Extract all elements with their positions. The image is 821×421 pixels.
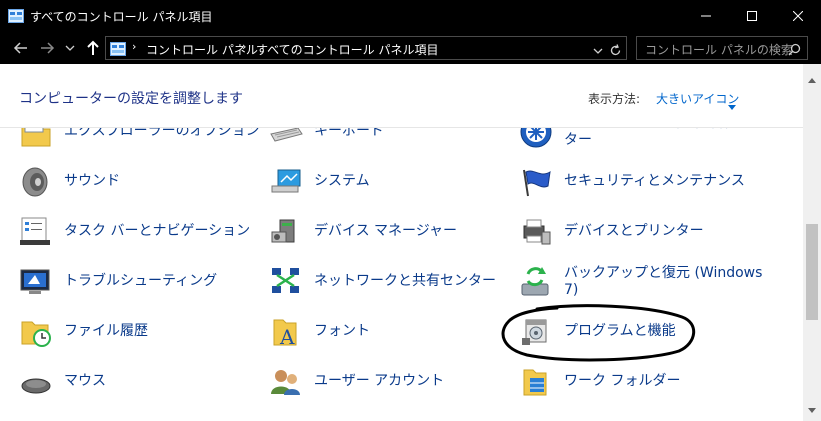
item-label: ネットワークと共有センター <box>314 273 496 289</box>
address-dropdown-button[interactable] <box>592 42 604 61</box>
item-label: トラブルシューティング <box>64 273 218 289</box>
troubleshooting-icon <box>18 264 54 300</box>
address-row: › コントロール パネル › すべてのコントロール パネル項目 コントロール パ… <box>0 32 821 64</box>
close-button[interactable] <box>775 0 821 32</box>
view-by-dropdown[interactable]: 大きいアイコン <box>656 90 739 107</box>
item-troubleshooting[interactable]: トラブルシューティング <box>18 262 258 306</box>
maximize-button[interactable] <box>729 0 775 32</box>
scroll-down-arrow-icon[interactable] <box>808 398 816 417</box>
keyboard-icon <box>268 128 304 150</box>
device-manager-icon <box>268 214 304 250</box>
title-bar: すべてのコントロール パネル項目 <box>0 0 821 32</box>
item-label: ユーザー アカウント <box>314 373 445 389</box>
breadcrumb-all-items[interactable]: すべてのコントロール パネル項目 <box>256 41 439 58</box>
item-label: ファイル履歴 <box>64 323 148 339</box>
minimize-button[interactable] <box>683 0 729 32</box>
item-label: タスク バーとナビゲーション <box>64 223 251 239</box>
speaker-icon <box>18 164 54 200</box>
item-devices-printers[interactable]: デバイスとプリンター <box>518 212 758 256</box>
item-file-history[interactable]: ファイル履歴 <box>18 312 258 356</box>
item-label: マウス <box>64 373 106 389</box>
item-security-maintenance[interactable]: セキュリティとメンテナンス <box>518 162 758 206</box>
network-icon <box>268 264 304 300</box>
forward-arrow-icon <box>41 42 55 54</box>
forward-button[interactable] <box>38 39 56 57</box>
search-input[interactable]: コントロール パネルの検索 <box>636 36 808 60</box>
item-label: デバイス マネージャー <box>314 223 458 239</box>
up-button[interactable] <box>84 39 102 57</box>
item-label: デバイスとプリンター <box>564 223 704 239</box>
item-label: バックアップと復元 (Windows 7) <box>564 265 763 298</box>
ease-of-access-icon <box>518 128 554 150</box>
item-label: エクスプローラーのオプション <box>64 128 260 139</box>
security-flag-icon <box>518 164 554 200</box>
item-fonts[interactable]: A フォント <box>268 312 508 356</box>
minimize-icon <box>701 15 711 17</box>
item-work-folders[interactable]: ワーク フォルダー <box>518 362 758 406</box>
taskbar-icon <box>18 214 54 250</box>
address-bar[interactable]: › コントロール パネル › すべてのコントロール パネル項目 <box>105 36 627 60</box>
file-history-icon <box>18 314 54 350</box>
page-title: コンピューターの設定を調整します <box>19 91 243 107</box>
item-user-accounts[interactable]: ユーザー アカウント <box>268 362 508 406</box>
chevron-right-icon: › <box>132 40 137 53</box>
mouse-icon <box>18 364 54 400</box>
vertical-scrollbar[interactable] <box>803 64 821 421</box>
backup-restore-icon <box>518 264 554 300</box>
item-label: セキュリティとメンテナンス <box>564 173 745 189</box>
close-icon <box>793 11 803 21</box>
item-sound[interactable]: サウンド <box>18 162 258 206</box>
refresh-button[interactable] <box>609 42 622 61</box>
chevron-right-icon: › <box>242 40 247 53</box>
system-icon <box>268 164 304 200</box>
chevron-down-icon <box>65 45 75 51</box>
control-panel-icon <box>110 41 126 60</box>
item-system[interactable]: システム <box>268 162 508 206</box>
item-network-sharing[interactable]: ネットワークと共有センター <box>268 262 508 306</box>
items-grid: エクスプローラーのオプション キーボード コンピューターの簡単操作センター <box>0 128 803 421</box>
chevron-down-icon <box>593 48 603 54</box>
item-taskbar-navigation[interactable]: タスク バーとナビゲーション <box>18 212 258 256</box>
scroll-up-arrow-icon[interactable] <box>808 68 816 87</box>
printer-icon <box>518 214 554 250</box>
item-mouse[interactable]: マウス <box>18 362 258 406</box>
view-by-label: 表示方法: <box>588 92 641 106</box>
item-label: システム <box>314 173 370 189</box>
back-arrow-icon <box>13 42 27 54</box>
content-pane: コンピューターの設定を調整します 表示方法: 大きいアイコン エクスプローラーの… <box>0 64 821 421</box>
item-ease-of-access[interactable]: コンピューターの簡単操作センター <box>518 128 760 156</box>
item-label: キーボード <box>314 128 384 139</box>
refresh-icon <box>610 44 621 56</box>
item-backup-restore[interactable]: バックアップと復元 (Windows 7) <box>518 262 762 306</box>
item-label: コンピューターの簡単操作センター <box>564 128 760 148</box>
svg-text:A: A <box>279 325 295 349</box>
item-device-manager[interactable]: デバイス マネージャー <box>268 212 508 256</box>
maximize-icon <box>747 11 757 21</box>
scrollbar-thumb[interactable] <box>806 224 818 320</box>
caret-down-icon[interactable] <box>728 95 736 114</box>
item-label: サウンド <box>64 173 120 189</box>
up-arrow-icon <box>87 40 99 55</box>
item-folder-options[interactable]: エクスプローラーのオプション <box>18 128 260 156</box>
item-label: ワーク フォルダー <box>564 373 681 389</box>
fonts-icon: A <box>268 314 304 350</box>
search-placeholder: コントロール パネルの検索 <box>645 43 793 57</box>
folder-options-icon <box>18 128 54 150</box>
search-icon[interactable] <box>788 41 801 60</box>
recent-locations-button[interactable] <box>64 39 82 57</box>
item-keyboard[interactable]: キーボード <box>268 128 508 156</box>
item-label: フォント <box>314 323 370 339</box>
user-accounts-icon <box>268 364 304 400</box>
work-folders-icon <box>518 364 554 400</box>
annotation-circle <box>501 304 696 362</box>
control-panel-icon <box>8 8 24 23</box>
back-button[interactable] <box>12 39 30 57</box>
window-title: すべてのコントロール パネル項目 <box>30 10 213 24</box>
